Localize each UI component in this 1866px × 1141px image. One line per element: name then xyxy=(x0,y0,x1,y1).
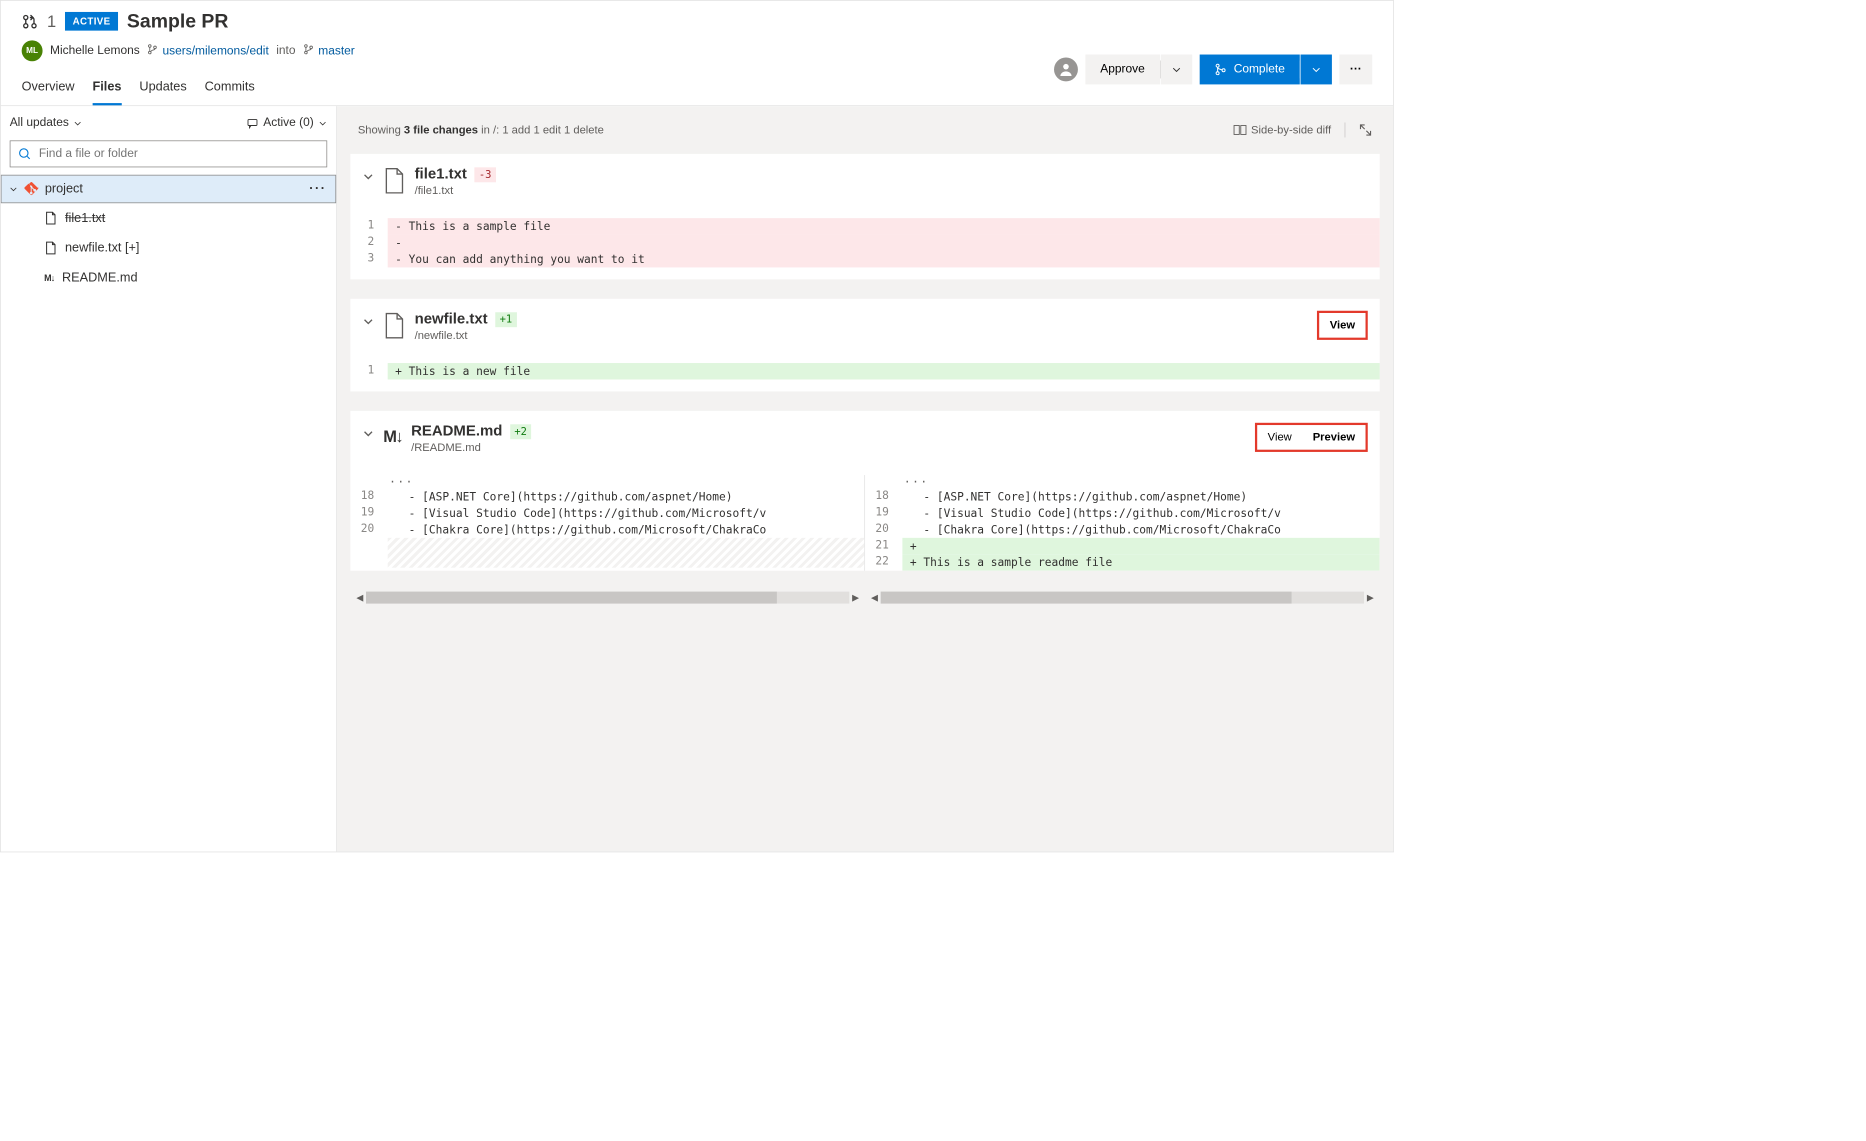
expand-icon[interactable]: ··· xyxy=(350,475,864,488)
change-badge: -3 xyxy=(474,167,496,182)
branch-icon xyxy=(303,44,317,57)
file-path: /newfile.txt xyxy=(415,329,1308,342)
file-path: /file1.txt xyxy=(415,185,1368,198)
file-name[interactable]: README.md xyxy=(411,423,502,440)
changes-summary: Showing 3 file changes in /: 1 add 1 edi… xyxy=(358,124,604,137)
file-icon xyxy=(383,167,405,194)
sidebar: All updates Active (0) project ··· fil xyxy=(1,106,337,852)
file-card: newfile.txt +1 /newfile.txt View 1+ This… xyxy=(350,299,1379,392)
fullscreen-button[interactable] xyxy=(1359,123,1372,136)
comments-filter[interactable]: Active (0) xyxy=(247,117,327,130)
approve-button[interactable]: Approve xyxy=(1085,55,1159,85)
scroll-left-icon[interactable]: ◀ xyxy=(868,592,881,602)
tree-more-button[interactable]: ··· xyxy=(309,182,326,197)
collapse-button[interactable] xyxy=(362,311,374,327)
updates-filter[interactable]: All updates xyxy=(10,117,83,130)
source-branch[interactable]: users/milemons/edit xyxy=(147,44,269,58)
status-badge: ACTIVE xyxy=(65,12,118,31)
target-branch[interactable]: master xyxy=(303,44,355,58)
scroll-left-icon[interactable]: ◀ xyxy=(353,592,366,602)
pr-number: 1 xyxy=(47,12,56,31)
change-badge: +1 xyxy=(495,312,517,327)
merge-icon xyxy=(1214,63,1226,75)
branch-icon xyxy=(147,44,161,57)
highlighted-annotation: View Preview xyxy=(1255,423,1368,452)
into-label: into xyxy=(276,44,295,57)
author-name[interactable]: Michelle Lemons xyxy=(50,44,140,57)
pr-header: 1 ACTIVE Sample PR ML Michelle Lemons us… xyxy=(1,1,1393,70)
change-badge: +2 xyxy=(510,424,532,439)
file-card: file1.txt -3 /file1.txt 1- This is a sam… xyxy=(350,154,1379,279)
split-diff: ··· 18 - [ASP.NET Core](https://github.c… xyxy=(350,475,1379,571)
markdown-icon: M↓ xyxy=(383,427,402,446)
complete-button-split: Complete xyxy=(1199,55,1332,85)
diff-body: 1- This is a sample file 2- 3- You can a… xyxy=(350,218,1379,267)
tab-overview[interactable]: Overview xyxy=(22,70,75,105)
tree-item-file1[interactable]: file1.txt xyxy=(1,203,336,233)
highlighted-annotation: View xyxy=(1317,311,1368,340)
tree-root[interactable]: project ··· xyxy=(1,175,336,203)
chevron-down-icon xyxy=(9,185,18,194)
diff-mode-toggle[interactable]: Side-by-side diff xyxy=(1233,124,1331,137)
git-icon xyxy=(24,182,39,197)
author-avatar[interactable]: ML xyxy=(22,40,43,61)
search-input[interactable] xyxy=(39,147,319,160)
main-content: Showing 3 file changes in /: 1 add 1 edi… xyxy=(337,106,1393,852)
markdown-icon: M↓ xyxy=(44,273,54,283)
pr-title: Sample PR xyxy=(127,10,228,33)
scroll-right-icon[interactable]: ▶ xyxy=(849,592,862,602)
scroll-right-icon[interactable]: ▶ xyxy=(1364,592,1377,602)
horizontal-scrollbar[interactable]: ◀ ▶ ◀ ▶ xyxy=(350,590,1379,605)
diff-body: 1+ This is a new file xyxy=(350,363,1379,379)
tab-updates[interactable]: Updates xyxy=(139,70,186,105)
view-button[interactable]: View xyxy=(1257,425,1302,450)
side-by-side-icon xyxy=(1233,125,1246,135)
file-tree: project ··· file1.txt newfile.txt [+] M↓… xyxy=(1,175,336,293)
reviewer-avatar[interactable] xyxy=(1054,58,1078,82)
complete-button[interactable]: Complete xyxy=(1199,55,1299,85)
tab-files[interactable]: Files xyxy=(93,70,122,105)
search-icon xyxy=(18,147,31,160)
view-button[interactable]: View xyxy=(1319,313,1365,338)
tree-item-readme[interactable]: M↓ README.md xyxy=(1,263,336,293)
collapse-button[interactable] xyxy=(362,423,374,439)
expand-icon[interactable]: ··· xyxy=(865,475,1380,488)
file-path: /README.md xyxy=(411,441,1246,454)
file-icon xyxy=(383,312,405,339)
tab-commits[interactable]: Commits xyxy=(205,70,255,105)
pr-icon xyxy=(22,13,38,29)
file-icon xyxy=(44,241,57,254)
preview-button[interactable]: Preview xyxy=(1302,425,1365,450)
tree-item-newfile[interactable]: newfile.txt [+] xyxy=(1,233,336,263)
search-box[interactable] xyxy=(10,140,327,167)
approve-dropdown[interactable] xyxy=(1160,55,1191,85)
collapse-button[interactable] xyxy=(362,166,374,182)
file-name[interactable]: file1.txt xyxy=(415,166,467,183)
approve-button-split: Approve xyxy=(1085,55,1192,85)
more-actions-button[interactable]: ··· xyxy=(1339,55,1372,85)
file-icon xyxy=(44,211,57,224)
complete-dropdown[interactable] xyxy=(1301,55,1332,85)
file-card: M↓ README.md +2 /README.md View Preview … xyxy=(350,411,1379,571)
file-name[interactable]: newfile.txt xyxy=(415,311,488,328)
